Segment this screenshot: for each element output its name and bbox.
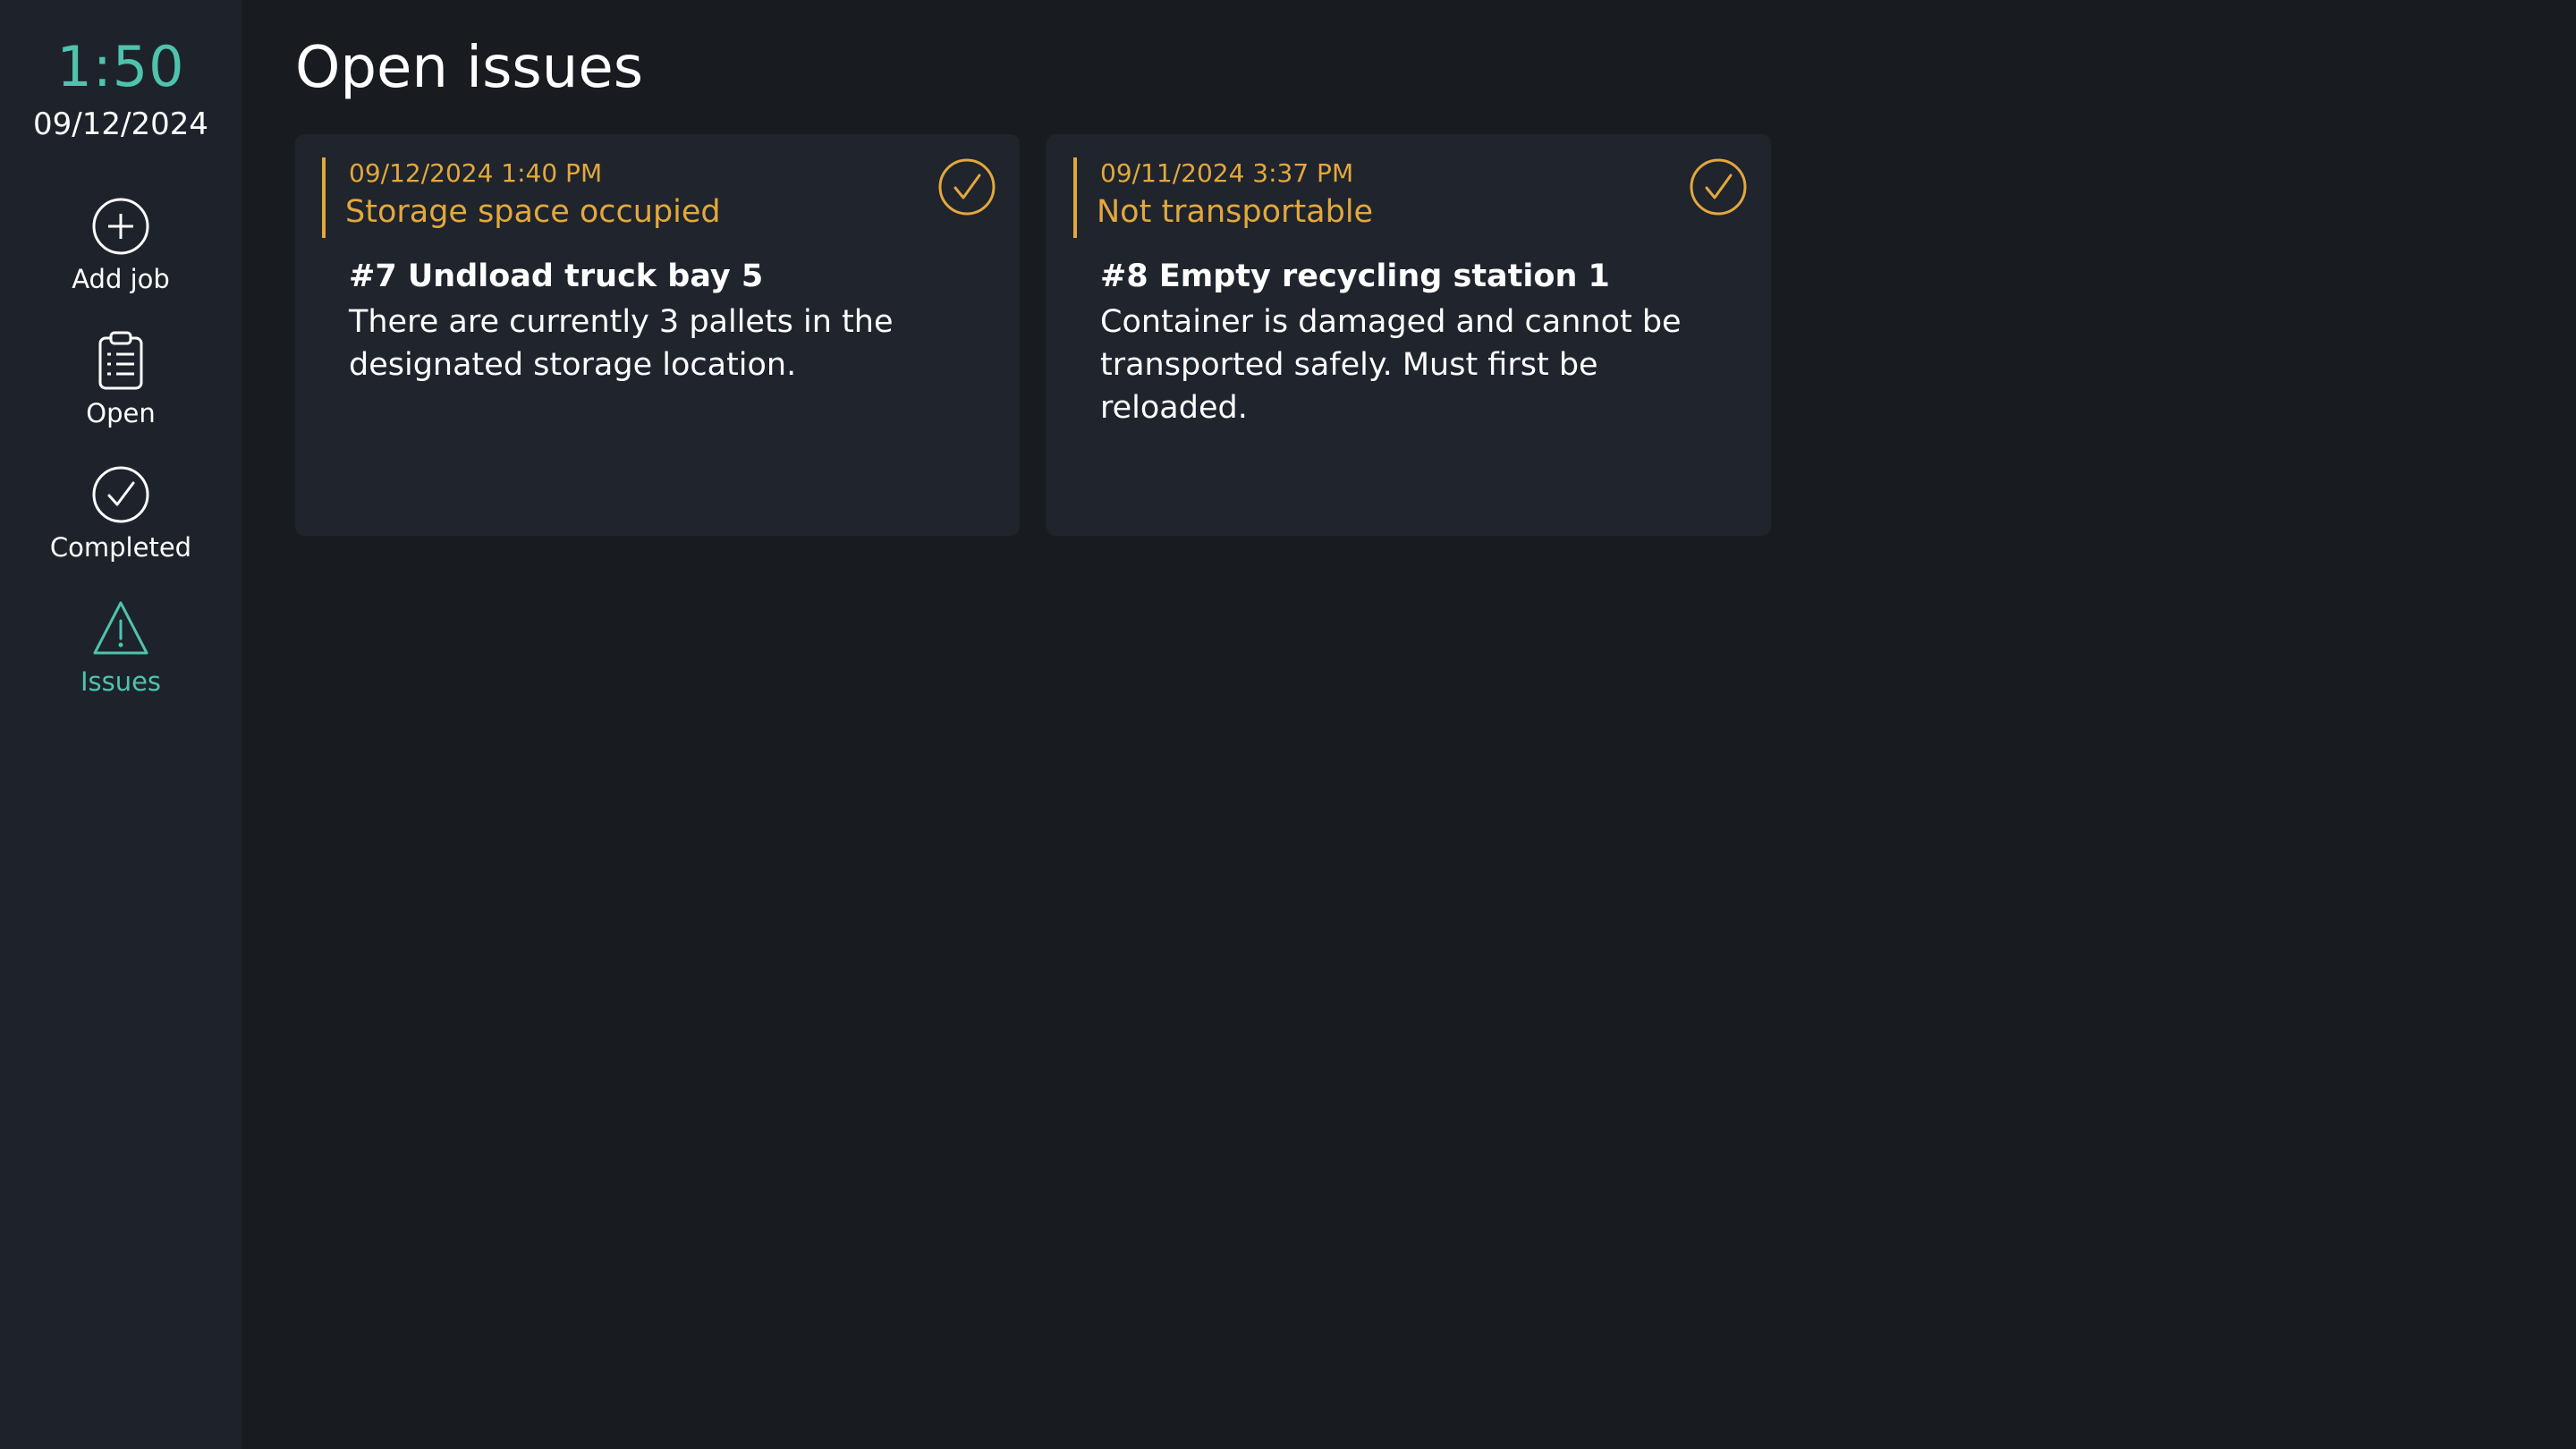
clock-date: 09/12/2024 (33, 106, 208, 142)
sidebar-item-open[interactable]: Open (18, 329, 224, 463)
main-content: Open issues 09/12/2024 1:40 PM Storage s… (242, 0, 2576, 1449)
issue-reason: Storage space occupied (345, 194, 721, 230)
issue-timestamp: 09/11/2024 3:37 PM (1100, 158, 1354, 188)
issue-card[interactable]: 09/11/2024 3:37 PM Not transportable #8 … (1046, 134, 1771, 536)
job-title: #8 Empty recycling station 1 (1100, 258, 1610, 294)
issue-timestamp: 09/12/2024 1:40 PM (349, 158, 603, 188)
clipboard-list-icon (98, 331, 143, 390)
sidebar-item-label: Open (86, 398, 156, 428)
issue-header: 09/11/2024 3:37 PM Not transportable (1073, 157, 1744, 238)
sidebar-item-add-job[interactable]: Add job (18, 195, 224, 329)
sidebar: 1:50 09/12/2024 Add job Open Completed I… (0, 0, 242, 1449)
plus-circle-icon (92, 198, 149, 255)
issue-description: There are currently 3 pallets in the des… (349, 304, 894, 383)
issue-description: Container is damaged and cannot be trans… (1100, 304, 1682, 426)
issue-list: 09/12/2024 1:40 PM Storage space occupie… (295, 134, 2576, 536)
issue-card[interactable]: 09/12/2024 1:40 PM Storage space occupie… (295, 134, 1020, 536)
issue-header: 09/12/2024 1:40 PM Storage space occupie… (322, 157, 993, 238)
check-circle-icon[interactable] (937, 157, 996, 216)
check-circle-icon (92, 466, 149, 523)
app: 1:50 09/12/2024 Add job Open Completed I… (0, 0, 2576, 1449)
sidebar-item-completed[interactable]: Completed (18, 463, 224, 597)
sidebar-nav: Add job Open Completed Issues (18, 195, 224, 732)
check-circle-icon[interactable] (1689, 157, 1748, 216)
sidebar-item-label: Completed (49, 532, 192, 563)
warning-triangle-icon (93, 601, 148, 655)
page-title: Open issues (295, 35, 644, 101)
job-title: #7 Undload truck bay 5 (349, 258, 764, 294)
issue-reason: Not transportable (1097, 194, 1374, 230)
sidebar-item-issues[interactable]: Issues (18, 597, 224, 732)
sidebar-item-label: Add job (72, 264, 170, 294)
clock-time: 1:50 (56, 34, 185, 99)
sidebar-item-label: Issues (80, 666, 162, 697)
